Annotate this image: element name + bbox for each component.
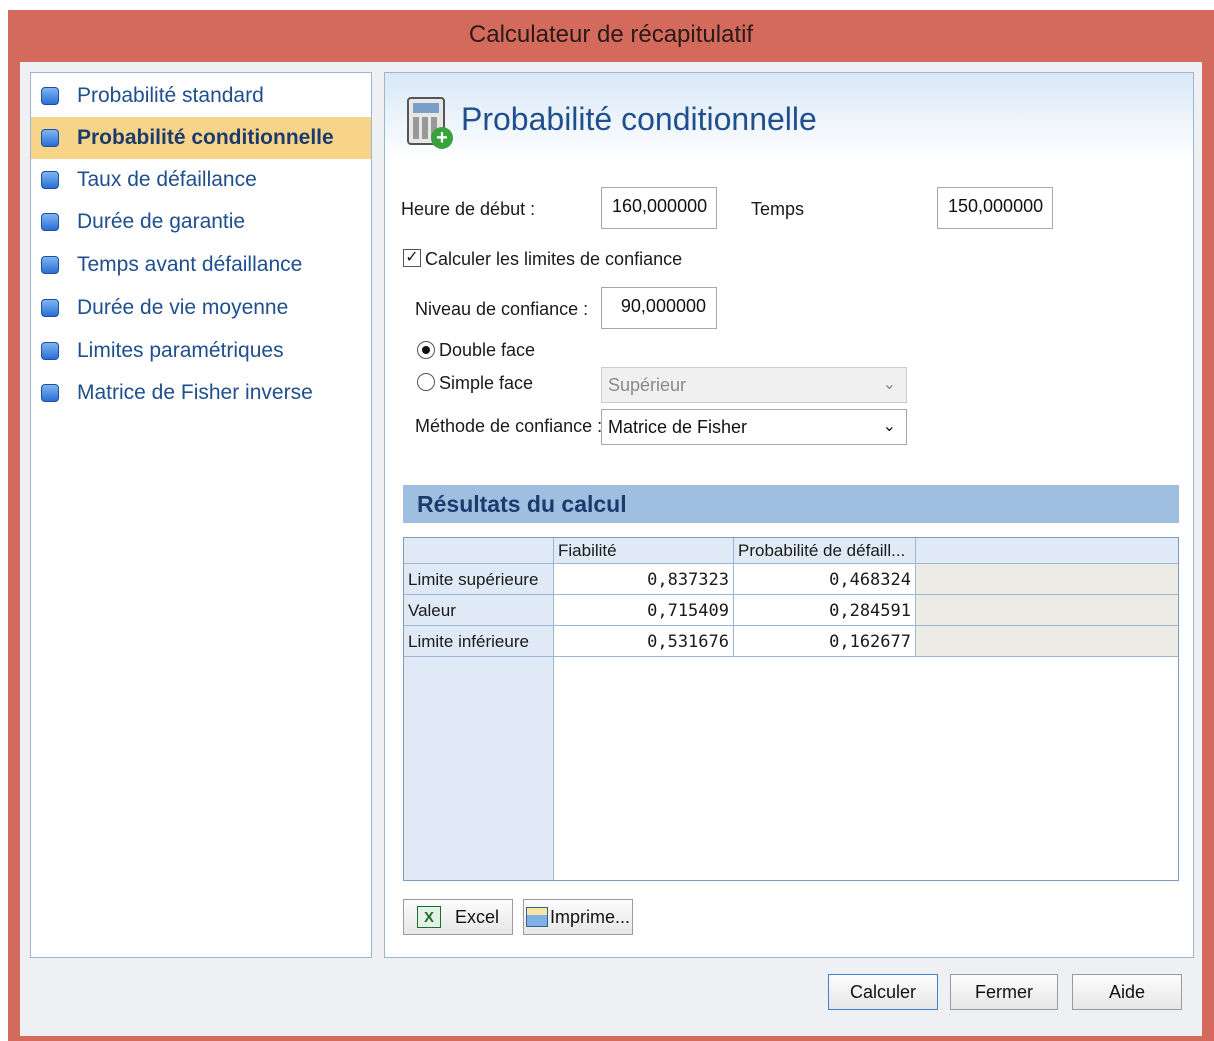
nav-item-label: Probabilité conditionnelle	[77, 126, 334, 149]
print-button[interactable]: Imprime...	[523, 899, 633, 935]
one-sided-radio[interactable]	[417, 373, 435, 391]
confidence-method-label: Méthode de confiance :	[415, 416, 603, 436]
two-sided-label: Double face	[439, 340, 536, 360]
nav-item-inverse-fisher-matrix[interactable]: Matrice de Fisher inverse	[31, 372, 371, 414]
nav-item-parameter-bounds[interactable]: Limites paramétriques	[31, 330, 371, 372]
bullet-icon	[41, 299, 59, 317]
nav-item-mean-life[interactable]: Durée de vie moyenne	[31, 287, 371, 329]
help-button[interactable]: Aide	[1072, 974, 1182, 1010]
nav-item-time-to-failure[interactable]: Temps avant défaillance	[31, 244, 371, 286]
calculation-type-nav: Probabilité standard Probabilité conditi…	[30, 72, 372, 958]
nav-item-label: Durée de garantie	[77, 210, 246, 233]
bullet-icon	[41, 171, 59, 189]
print-label: Imprime...	[549, 906, 630, 927]
confidence-level-input[interactable]: 90,000000	[601, 287, 717, 329]
export-excel-button[interactable]: X Excel	[403, 899, 513, 935]
close-button[interactable]: Fermer	[950, 974, 1058, 1010]
one-sided-label: Simple face	[439, 373, 534, 393]
confidence-method-value: Matrice de Fisher	[608, 417, 748, 437]
two-sided-radio[interactable]	[417, 341, 435, 359]
confidence-bounds-label: Calculer les limites de confiance	[425, 249, 683, 269]
bullet-icon	[41, 384, 59, 402]
column-header-empty	[916, 538, 1178, 564]
cell-value-reliability[interactable]: 0,715409	[554, 595, 734, 626]
chevron-down-icon: ⌄	[882, 418, 896, 435]
export-excel-label: Excel	[454, 906, 499, 927]
bullet-icon	[41, 129, 59, 147]
printer-icon	[525, 907, 548, 927]
cell-lower-failure-probability[interactable]: 0,162677	[734, 626, 916, 657]
bullet-icon	[41, 256, 59, 274]
cell-value-failure-probability[interactable]: 0,284591	[734, 595, 916, 626]
row-label-value: Valeur	[404, 595, 554, 626]
dialog-client-area: Probabilité standard Probabilité conditi…	[20, 62, 1202, 1036]
calculate-button[interactable]: Calculer	[828, 974, 938, 1010]
time-label: Temps	[751, 199, 805, 219]
results-table: Fiabilité Probabilité de défaill... Limi…	[403, 537, 1179, 881]
calculation-panel: + Probabilité conditionnelle Heure de dé…	[384, 72, 1194, 958]
window-title: Calculateur de récapitulatif	[468, 21, 754, 48]
panel-title: Probabilité conditionnelle	[461, 101, 817, 137]
calculator-icon: +	[407, 97, 453, 149]
row-label-lower-bound: Limite inférieure	[404, 626, 554, 657]
table-corner-header	[404, 538, 554, 564]
chevron-down-icon: ⌄	[882, 376, 896, 393]
cell-upper-reliability[interactable]: 0,837323	[554, 564, 734, 595]
confidence-method-select[interactable]: Matrice de Fisher ⌄	[601, 409, 907, 445]
nav-item-label: Matrice de Fisher inverse	[77, 381, 313, 404]
cell-empty	[916, 595, 1178, 626]
column-header-failure-probability[interactable]: Probabilité de défaill...	[734, 538, 916, 564]
panel-header: + Probabilité conditionnelle	[385, 73, 1193, 161]
results-header: Résultats du calcul	[403, 485, 1179, 523]
column-header-reliability[interactable]: Fiabilité	[554, 538, 734, 564]
bullet-icon	[41, 342, 59, 360]
bullet-icon	[41, 87, 59, 105]
excel-icon: X	[416, 906, 441, 928]
start-time-label: Heure de début :	[401, 199, 536, 219]
one-sided-bound-value: Supérieur	[608, 375, 687, 395]
cell-lower-reliability[interactable]: 0,531676	[554, 626, 734, 657]
cell-empty	[916, 564, 1178, 595]
row-label-upper-bound: Limite supérieure	[404, 564, 554, 595]
nav-item-label: Taux de défaillance	[77, 168, 257, 191]
time-input[interactable]: 150,000000	[937, 187, 1053, 229]
nav-item-label: Probabilité standard	[77, 84, 264, 107]
confidence-bounds-checkbox[interactable]: ✓	[403, 249, 421, 267]
nav-item-warranty-time[interactable]: Durée de garantie	[31, 201, 371, 243]
one-sided-bound-select[interactable]: Supérieur ⌄	[601, 367, 907, 403]
nav-item-label: Limites paramétriques	[77, 339, 284, 362]
confidence-level-label: Niveau de confiance :	[415, 299, 589, 319]
cell-empty	[916, 626, 1178, 657]
nav-item-standard-probability[interactable]: Probabilité standard	[31, 75, 371, 117]
nav-item-label: Temps avant défaillance	[77, 253, 303, 276]
cell-upper-failure-probability[interactable]: 0,468324	[734, 564, 916, 595]
nav-item-label: Durée de vie moyenne	[77, 296, 289, 319]
dialog-window: Calculateur de récapitulatif Probabilité…	[8, 10, 1214, 1041]
bullet-icon	[41, 213, 59, 231]
nav-item-conditional-probability[interactable]: Probabilité conditionnelle	[31, 117, 371, 159]
nav-item-failure-rate[interactable]: Taux de défaillance	[31, 159, 371, 201]
start-time-input[interactable]: 160,000000	[601, 187, 717, 229]
